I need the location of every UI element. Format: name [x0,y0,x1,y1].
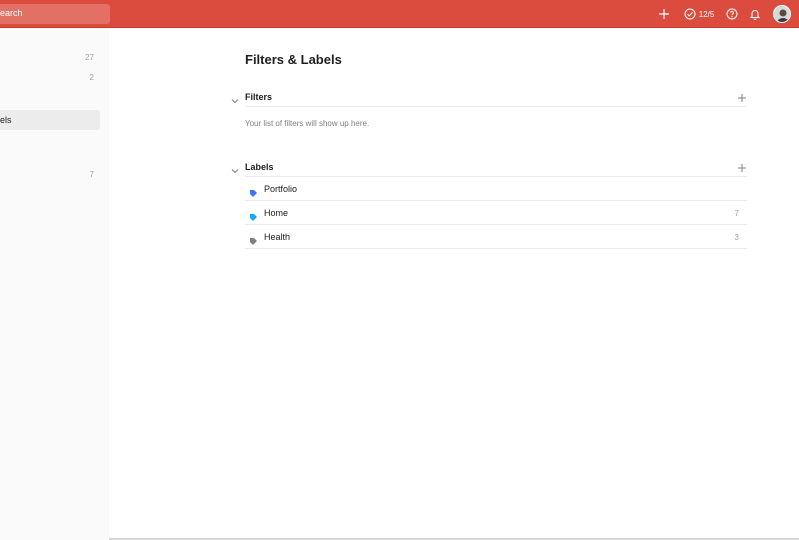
filters-section-header[interactable]: Filters [231,90,747,106]
label-name: Health [264,232,291,242]
main-content: Filters & Labels Filters Your list of fi… [109,28,799,540]
karma-check-icon [684,8,696,20]
sidebar-item[interactable]: 7 [0,165,100,185]
labels-section-title: Labels [245,162,274,172]
bell-icon [749,8,761,20]
help-button[interactable] [725,0,739,28]
sidebar-item-label: els [0,115,12,125]
notifications-button[interactable] [748,0,762,28]
sidebar-item-count: 2 [89,73,94,82]
productivity-button[interactable]: 12/5 [682,0,716,28]
help-icon [726,8,738,20]
sidebar-item[interactable]: 27 [0,48,100,68]
plus-icon [658,8,670,20]
sidebar-item-filters-labels[interactable]: els [0,110,100,130]
label-count: 7 [734,209,739,218]
label-item-portfolio[interactable]: Portfolio [245,177,747,201]
chevron-down-icon[interactable] [231,162,239,180]
label-count: 3 [734,233,739,242]
chevron-down-icon[interactable] [231,92,239,110]
top-bar: earch 12/5 [0,0,799,28]
filters-empty-message: Your list of filters will show up here. [245,119,370,128]
sidebar: 27 2 els 7 [0,28,109,540]
search-placeholder: earch [0,8,23,18]
sidebar-item-count: 27 [85,53,94,62]
karma-count: 12/5 [698,9,715,19]
search-input[interactable]: earch [0,4,110,24]
filters-section-title: Filters [245,92,273,102]
label-item-home[interactable]: Home 7 [245,201,747,225]
label-tag-icon [249,233,258,251]
labels-section-header[interactable]: Labels [231,160,747,176]
avatar[interactable] [773,5,791,23]
label-name: Portfolio [264,184,298,194]
label-item-health[interactable]: Health 3 [245,225,747,249]
sidebar-item[interactable]: 2 [0,68,100,88]
page-title: Filters & Labels [245,52,342,67]
section-divider [245,106,747,107]
add-task-button[interactable] [656,0,672,28]
sidebar-item-count: 7 [89,170,94,179]
label-name: Home [264,208,289,218]
